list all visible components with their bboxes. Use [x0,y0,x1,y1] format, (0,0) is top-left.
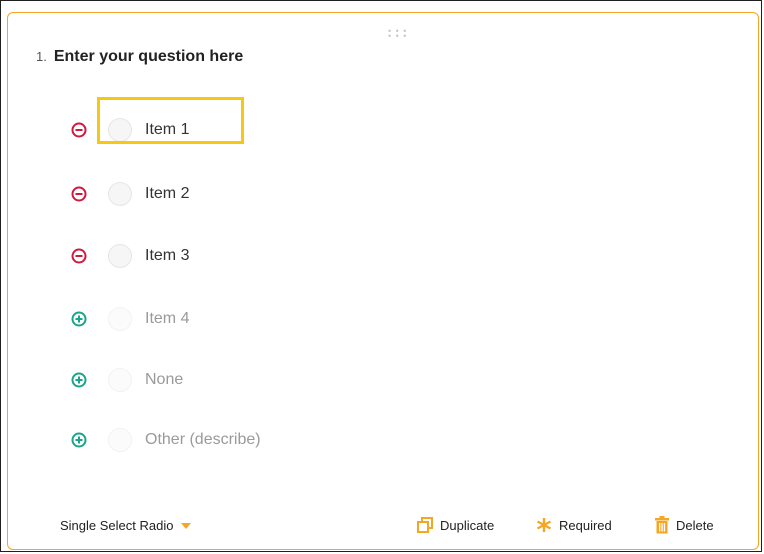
add-circle-icon[interactable] [70,371,88,389]
option-label[interactable]: Item 2 [145,185,189,203]
radio-button [108,307,132,331]
question-header: 1. Enter your question here [36,48,243,66]
delete-button[interactable]: Delete [654,516,714,534]
remove-circle-icon[interactable] [70,185,88,203]
drag-handle-icon[interactable]: • • • • • • [388,27,407,41]
option-row-4: Item 4 [70,303,189,335]
option-row-3: Item 3 [70,240,189,272]
radio-button[interactable] [108,244,132,268]
question-type-dropdown[interactable]: Single Select Radio [60,518,192,533]
duplicate-label: Duplicate [440,517,495,533]
add-circle-icon[interactable] [70,310,88,328]
option-label: Other (describe) [145,431,261,448]
remove-circle-icon[interactable] [70,121,88,139]
radio-button [108,368,132,392]
duplicate-button[interactable]: Duplicate [416,516,494,534]
option-label: Item 4 [145,310,190,327]
required-button[interactable]: Required [535,516,612,534]
asterisk-icon [536,518,552,532]
option-label[interactable]: Item 3 [145,247,189,265]
duplicate-icon [417,517,433,533]
required-label: Required [559,517,612,533]
question-text[interactable]: Enter your question here [54,48,243,66]
option-label: None [145,371,184,388]
highlight-box [97,97,244,144]
radio-button[interactable] [108,182,132,206]
question-type-label: Single Select Radio [60,518,174,533]
radio-button [108,428,132,452]
caret-down-icon [181,522,192,529]
add-circle-icon[interactable] [70,431,88,449]
option-row-5: None [70,364,183,396]
question-number: 1. [36,49,47,64]
trash-icon [655,516,669,534]
delete-label: Delete [676,517,714,533]
option-row-2: Item 2 [70,178,189,210]
question-card[interactable]: • • • • • • [7,12,759,550]
remove-circle-icon[interactable] [70,247,88,265]
option-row-6: Other (describe) [70,424,261,456]
